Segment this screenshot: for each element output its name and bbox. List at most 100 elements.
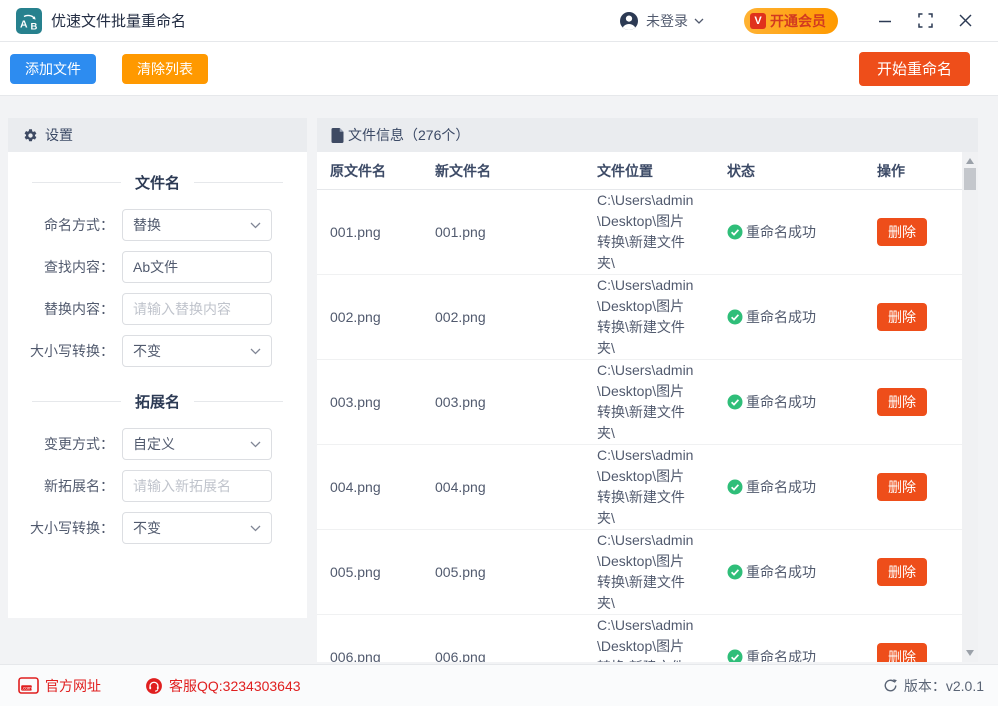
app-logo-icon: A B [16,8,42,34]
chevron-down-icon [694,18,704,24]
case-convert-name-select[interactable]: 不变 [122,335,272,367]
section-title: 拓展名 [135,391,180,412]
refresh-icon [883,678,898,693]
delete-button[interactable]: 删除 [877,303,927,331]
scrollbar-thumb[interactable] [964,168,976,190]
col-new-name: 新文件名 [435,161,597,181]
chevron-down-icon [250,441,261,448]
cell-operation: 删除 [877,388,962,416]
cell-operation: 删除 [877,473,962,501]
table-row: 003.png 003.png C:\Users\admin\Desktop\图… [317,360,962,445]
table-row: 006.png 006.png C:\Users\admin\Desktop\图… [317,615,962,662]
cell-status: 重命名成功 [727,392,877,412]
delete-button[interactable]: 删除 [877,473,927,501]
field-find-content: 查找内容： [8,251,307,283]
section-title: 文件名 [135,172,180,193]
minimize-icon [878,14,892,28]
cell-status: 重命名成功 [727,477,877,497]
vip-icon: V [750,13,766,29]
cell-original-name: 004.png [330,479,435,495]
svg-text:B: B [31,21,38,32]
file-info-header: 文件信息（276个） [317,118,978,152]
cell-new-name: 003.png [435,394,597,410]
status-text: 重命名成功 [746,222,816,242]
window-controls [860,6,980,36]
cell-original-name: 005.png [330,564,435,580]
open-vip-button[interactable]: V 开通会员 [744,8,838,34]
table-header: 原文件名 新文件名 文件位置 状态 操作 [317,152,962,190]
field-replace-content: 替换内容： [8,293,307,325]
status-text: 重命名成功 [746,647,816,662]
cell-new-name: 001.png [435,224,597,240]
cell-new-name: 002.png [435,309,597,325]
cell-status: 重命名成功 [727,562,877,582]
success-check-icon [727,394,743,410]
file-info-title: 文件信息（276个） [348,125,469,145]
start-rename-button[interactable]: 开始重命名 [859,52,970,86]
cell-original-name: 001.png [330,224,435,240]
success-check-icon [727,479,743,495]
svg-text:.com: .com [22,686,32,691]
success-check-icon [727,224,743,240]
login-status: 未登录 [646,11,688,31]
delete-button[interactable]: 删除 [877,218,927,246]
cell-original-name: 003.png [330,394,435,410]
maximize-icon [918,13,933,28]
file-info-panel: 文件信息（276个） 原文件名 新文件名 文件位置 状态 操作 001.png … [317,118,978,662]
success-check-icon [727,309,743,325]
table-scrollbar[interactable] [962,152,978,662]
find-content-input[interactable] [122,251,272,283]
delete-button[interactable]: 删除 [877,558,927,586]
naming-method-select[interactable]: 替换 [122,209,272,241]
field-case-convert-ext: 大小写转换： 不变 [8,512,307,544]
chevron-down-icon [250,348,261,355]
cell-file-path: C:\Users\admin\Desktop\图片转换\新建文件夹\ [597,275,697,359]
field-new-extension: 新拓展名： [8,470,307,502]
svg-text:A: A [20,18,28,30]
add-files-button[interactable]: 添加文件 [10,54,96,84]
website-dotcom-icon: .com [18,677,39,694]
minimize-button[interactable] [870,6,900,36]
cell-status: 重命名成功 [727,222,877,242]
col-file-location: 文件位置 [597,161,727,181]
scroll-down-icon[interactable] [966,650,974,656]
status-text: 重命名成功 [746,562,816,582]
status-text: 重命名成功 [746,392,816,412]
col-operation: 操作 [877,161,962,181]
gear-icon [23,128,38,143]
customer-service-qq-link[interactable]: 客服QQ:3234303643 [145,676,301,696]
chevron-down-icon [250,222,261,229]
new-extension-input[interactable] [122,470,272,502]
delete-button[interactable]: 删除 [877,388,927,416]
table-row: 004.png 004.png C:\Users\admin\Desktop\图… [317,445,962,530]
user-avatar-icon [619,11,639,31]
maximize-button[interactable] [910,6,940,36]
close-icon [959,14,972,27]
replace-content-input[interactable] [122,293,272,325]
close-button[interactable] [950,6,980,36]
change-method-select[interactable]: 自定义 [122,428,272,460]
cell-status: 重命名成功 [727,307,877,327]
cell-new-name: 004.png [435,479,597,495]
cell-file-path: C:\Users\admin\Desktop\图片转换\新建文件夹\ [597,445,697,529]
table-row: 002.png 002.png C:\Users\admin\Desktop\图… [317,275,962,360]
version-info: 版本：v2.0.1 [883,676,984,696]
col-status: 状态 [727,161,877,181]
status-text: 重命名成功 [746,477,816,497]
cell-file-path: C:\Users\admin\Desktop\图片转换\新建文件夹\ [597,360,697,444]
cell-operation: 删除 [877,303,962,331]
app-title: 优速文件批量重命名 [51,10,186,31]
cell-file-path: C:\Users\admin\Desktop\图片转换\新建文件夹\ [597,615,697,662]
titlebar: A B 优速文件批量重命名 未登录 V [0,0,998,42]
section-filename: 文件名 [8,172,307,193]
scroll-up-icon[interactable] [966,158,974,164]
cell-operation: 删除 [877,218,962,246]
clear-list-button[interactable]: 清除列表 [122,54,208,84]
footer: .com 官方网址 客服QQ:3234303643 版本：v2.0.1 [0,664,998,706]
case-convert-ext-select[interactable]: 不变 [122,512,272,544]
status-text: 重命名成功 [746,307,816,327]
official-website-link[interactable]: .com 官方网址 [18,676,101,696]
user-menu[interactable]: 未登录 [619,11,704,31]
delete-button[interactable]: 删除 [877,643,927,662]
cell-operation: 删除 [877,558,962,586]
